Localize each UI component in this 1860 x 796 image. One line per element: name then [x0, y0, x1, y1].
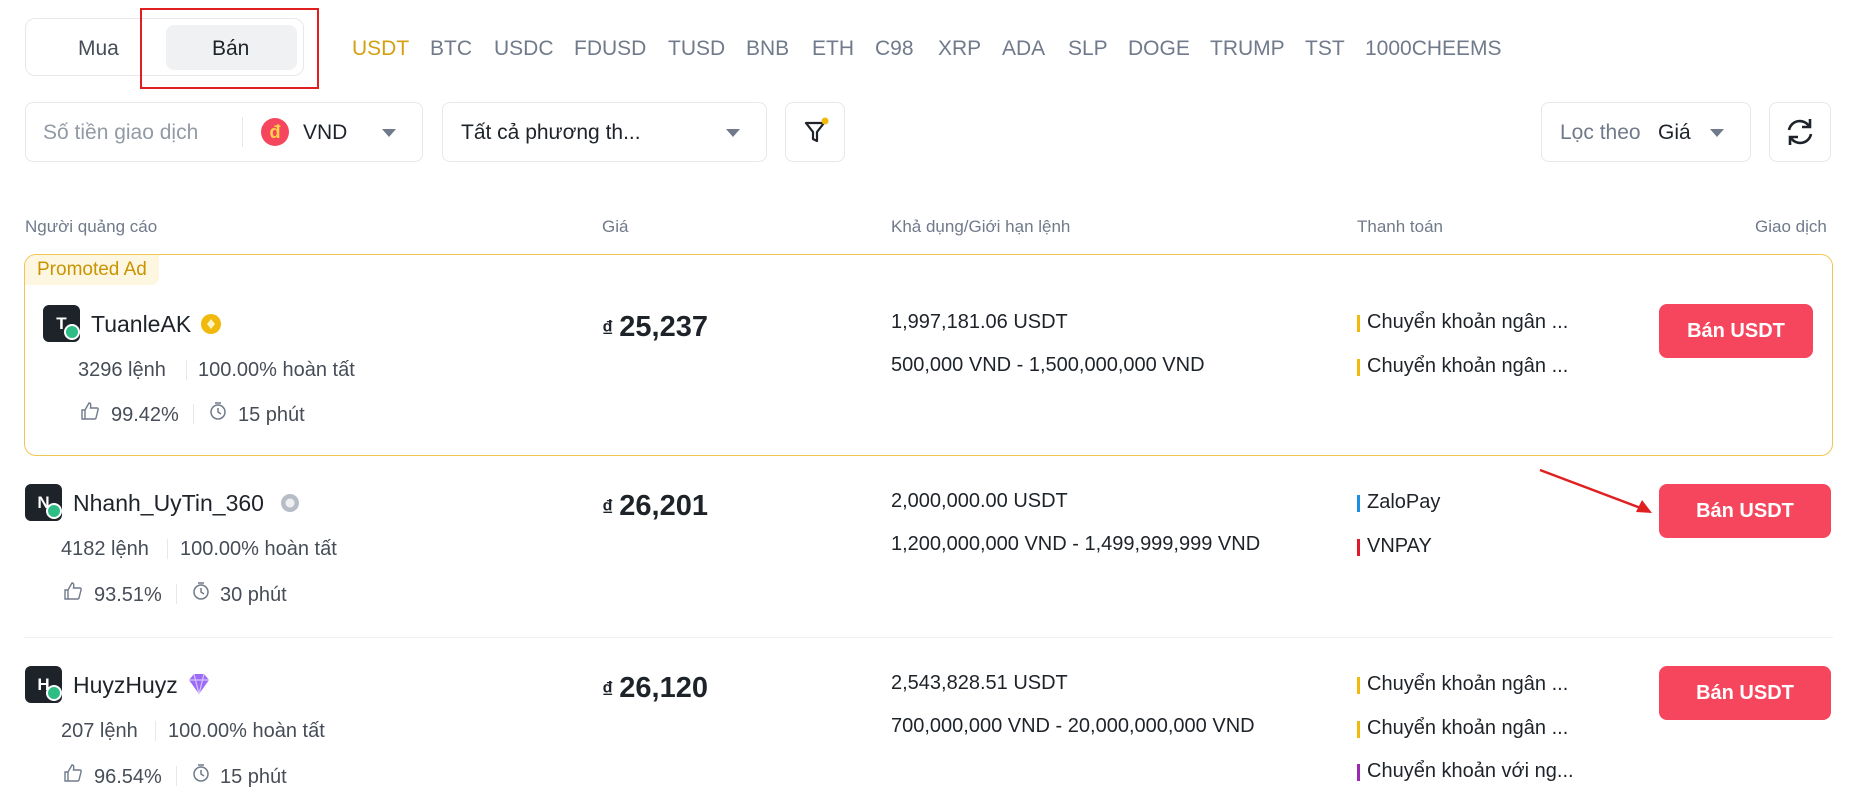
completion-rate: 100.00% hoàn tất	[180, 538, 337, 560]
currency-symbol: ₫	[602, 316, 614, 341]
ad-price: ₫ 26,120	[602, 672, 708, 705]
positive-rating: 93.51%	[94, 584, 162, 606]
advertiser-name[interactable]: Nhanh_UyTin_360	[73, 490, 264, 517]
coin-tab-ada[interactable]: ADA	[1002, 37, 1045, 61]
coin-tab-tst[interactable]: TST	[1305, 37, 1345, 61]
ad-price: ₫ 26,201	[602, 490, 708, 523]
timer-icon	[193, 764, 209, 782]
order-count: 207 lệnh	[61, 720, 138, 742]
positive-rating: 99.42%	[111, 404, 179, 426]
coin-tab-bnb[interactable]: BNB	[746, 37, 789, 61]
diamond-merchant-badge-icon	[189, 673, 209, 695]
coin-tab-1000cheems[interactable]: 1000CHEEMS	[1365, 37, 1502, 61]
sell-usdt-button[interactable]: Bán USDT	[1659, 666, 1831, 720]
order-count: 3296 lệnh	[78, 359, 166, 381]
completion-rate: 100.00% hoàn tất	[198, 359, 355, 381]
payment-method: Chuyển khoản ngân ...	[1357, 311, 1568, 334]
completion-rate: 100.00% hoàn tất	[168, 720, 325, 742]
sort-label: Lọc theo	[1560, 121, 1641, 144]
price-value: 26,201	[619, 490, 708, 522]
sort-value: Giá	[1658, 121, 1691, 144]
coin-tab-doge[interactable]: DOGE	[1128, 37, 1190, 61]
payment-method: Chuyển khoản với ng...	[1357, 760, 1574, 783]
payment-time-limit: 15 phút	[238, 404, 305, 426]
header-payment: Thanh toán	[1357, 217, 1444, 236]
payment-time-limit: 15 phút	[220, 766, 287, 788]
chevron-down-icon	[1710, 129, 1724, 137]
coin-tab-btc[interactable]: BTC	[430, 37, 472, 61]
filter-button[interactable]	[785, 102, 845, 162]
positive-rating: 96.54%	[94, 766, 162, 788]
online-status-dot	[46, 503, 62, 519]
annotation-arrow	[1539, 468, 1652, 513]
refresh-button[interactable]	[1769, 102, 1831, 162]
ad-price: ₫ 25,237	[602, 311, 708, 344]
order-limit: 1,200,000,000 VND - 1,499,999,999 VND	[891, 533, 1261, 555]
price-value: 25,237	[619, 311, 708, 343]
coin-tab-tusd[interactable]: TUSD	[668, 37, 725, 61]
advertiser-name[interactable]: TuanleAK	[91, 311, 191, 338]
header-advertiser: Người quảng cáo	[25, 217, 158, 236]
stat-divider	[155, 721, 156, 741]
price-value: 26,120	[619, 672, 708, 704]
thumbs-up-icon	[81, 402, 99, 420]
header-available: Khả dụng/Giới hạn lệnh	[891, 217, 1071, 236]
available-amount: 1,997,181.06 USDT	[891, 311, 1068, 333]
available-amount: 2,543,828.51 USDT	[891, 672, 1068, 694]
currency-symbol: ₫	[602, 495, 614, 520]
timer-icon	[193, 582, 209, 600]
stat-divider	[176, 584, 177, 604]
payment-time-limit: 30 phút	[220, 584, 287, 606]
row-divider	[24, 637, 1833, 638]
coin-tab-trump[interactable]: TRUMP	[1210, 37, 1285, 61]
amount-input[interactable]: Số tiền giao dịch	[43, 121, 198, 145]
filter-icon	[804, 117, 829, 143]
stat-divider	[193, 404, 194, 424]
payment-method-value: Tất cả phương th...	[461, 121, 641, 144]
order-count: 4182 lệnh	[61, 538, 149, 560]
thumbs-up-icon	[64, 764, 82, 782]
stat-divider	[186, 360, 187, 380]
coin-tab-c98[interactable]: C98	[875, 37, 914, 61]
coin-tab-eth[interactable]: ETH	[812, 37, 854, 61]
payment-method: Chuyển khoản ngân ...	[1357, 673, 1568, 696]
vnd-currency-icon: đ	[261, 118, 289, 146]
highlight-annotation-box	[140, 8, 319, 89]
coin-tab-usdt[interactable]: USDT	[352, 37, 409, 61]
payment-method: VNPAY	[1357, 535, 1432, 558]
tab-buy[interactable]: Mua	[78, 37, 119, 61]
order-limit: 500,000 VND - 1,500,000,000 VND	[891, 354, 1205, 376]
chevron-down-icon[interactable]	[382, 129, 396, 137]
silver-merchant-badge-icon	[281, 494, 299, 512]
chevron-down-icon	[726, 129, 740, 137]
coin-tab-slp[interactable]: SLP	[1068, 37, 1108, 61]
order-limit: 700,000,000 VND - 20,000,000,000 VND	[891, 715, 1255, 737]
timer-icon	[210, 402, 226, 420]
header-price: Giá	[602, 217, 629, 236]
gold-merchant-badge-icon	[201, 314, 221, 334]
promoted-ad-badge: Promoted Ad	[25, 255, 159, 285]
currency-symbol: ₫	[602, 677, 614, 702]
online-status-dot	[64, 324, 80, 340]
available-amount: 2,000,000.00 USDT	[891, 490, 1068, 512]
currency-select[interactable]: VND	[303, 121, 347, 145]
stat-divider	[176, 766, 177, 786]
sell-usdt-button[interactable]: Bán USDT	[1659, 484, 1831, 538]
online-status-dot	[46, 685, 62, 701]
payment-method: Chuyển khoản ngân ...	[1357, 355, 1568, 378]
amount-divider	[242, 117, 243, 147]
sell-usdt-button[interactable]: Bán USDT	[1659, 304, 1813, 358]
coin-tab-fdusd[interactable]: FDUSD	[574, 37, 646, 61]
coin-tab-usdc[interactable]: USDC	[494, 37, 554, 61]
header-trade: Giao dịch	[1755, 217, 1827, 236]
thumbs-up-icon	[64, 582, 82, 600]
stat-divider	[167, 539, 168, 559]
payment-method: Chuyển khoản ngân ...	[1357, 717, 1568, 740]
coin-tab-xrp[interactable]: XRP	[938, 37, 981, 61]
advertiser-name[interactable]: HuyzHuyz	[73, 672, 178, 699]
payment-method: ZaloPay	[1357, 491, 1440, 514]
refresh-icon	[1787, 119, 1813, 145]
